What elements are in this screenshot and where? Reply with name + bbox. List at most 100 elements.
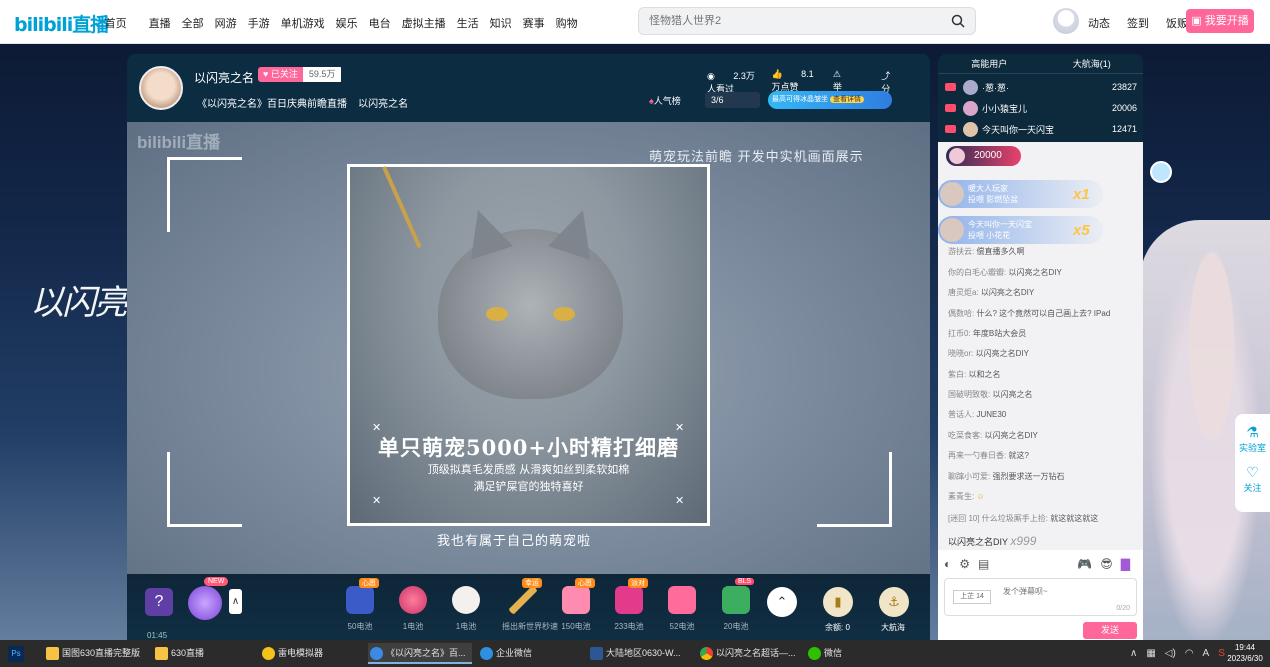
nav-home[interactable]: ⌂ 首页	[96, 15, 138, 31]
gift-item[interactable]: 幸运 摇出新世界秒速	[502, 578, 558, 632]
start-live-button[interactable]: ▣ 我要开播	[1186, 9, 1254, 33]
collapse-gifts-button[interactable]: ⌃	[767, 587, 797, 617]
taskbar-item[interactable]: 《以闪亮之名》百...	[368, 643, 472, 664]
magic-circle-icon[interactable]	[188, 586, 222, 620]
nav-link[interactable]: 虚拟主播	[402, 15, 446, 31]
chat-message[interactable]: 国破明致敬: 以闪亮之名	[948, 389, 1032, 400]
anchor-name[interactable]: 以闪亮之名	[194, 69, 254, 86]
moon-box-icon	[346, 586, 374, 614]
gold-chip[interactable]: 20000	[946, 146, 1021, 166]
taskbar-item[interactable]: 微信	[806, 643, 886, 664]
network-icon[interactable]: ▦	[1146, 648, 1155, 659]
nav-link[interactable]: 单机游戏	[281, 15, 325, 31]
gift-item[interactable]: 派对 233电池	[608, 578, 650, 632]
chat-message[interactable]: 你的白毛心瓣瓣: 以闪亮之名DIY	[948, 267, 1062, 278]
fleet-icon[interactable]: ⚓	[879, 587, 909, 617]
follow-button[interactable]: ♥ 已关注 59.5万	[258, 67, 343, 82]
rank-progress[interactable]: 3/6	[705, 92, 760, 108]
danmaku-input[interactable]	[1003, 587, 1123, 596]
event-banner[interactable]: 最高可得冰晶皱坐 查看详情	[768, 91, 892, 109]
room-tag[interactable]: 以闪亮之名	[358, 99, 408, 110]
user-avatar[interactable]	[1053, 8, 1079, 34]
text-format-icon[interactable]: ▤	[978, 557, 989, 571]
wallet-icon[interactable]: ▮	[823, 587, 853, 617]
fanfan-link[interactable]: 饭贩	[1166, 15, 1188, 31]
rank-panel: 高能用户 大航海(1) ·葱·葱· 23827 小小猿宝儿 20006 今天叫你一天…	[938, 54, 1143, 142]
wifi-icon[interactable]: ◠	[1185, 648, 1194, 659]
fan-medal[interactable]: 上芷 14	[953, 590, 991, 604]
nav-link[interactable]: 娱乐	[336, 15, 358, 31]
chat-message[interactable]: 素青生: ☺	[948, 491, 985, 502]
taskbar-item[interactable]: 以闪亮之名超话—...	[698, 643, 798, 664]
gift-item[interactable]: BLS 20电池	[715, 578, 757, 632]
nav-link[interactable]: 手游	[248, 15, 270, 31]
nav-link[interactable]: 赛事	[523, 15, 545, 31]
chat-bubble-icon[interactable]: ▇	[1121, 557, 1130, 571]
lab-button[interactable]: ⚗ 实验室	[1235, 424, 1270, 454]
chat-message[interactable]: 唐灵炬a: 以闪亮之名DIY	[948, 287, 1034, 298]
promo-subtitle: 满足铲屎官的独特喜好	[473, 480, 584, 493]
search-icon[interactable]	[951, 14, 965, 28]
warning-icon: ⚠	[832, 69, 841, 79]
input-method-icon[interactable]: A	[1203, 648, 1210, 659]
balance-label: 余额: 0	[825, 623, 850, 632]
tab-high-energy[interactable]: 高能用户	[938, 54, 1041, 73]
floating-emoji-icon[interactable]	[1150, 161, 1172, 183]
rank-row[interactable]: 小小猿宝儿 20006	[945, 99, 1140, 117]
gift-item[interactable]: 1电池	[392, 586, 434, 632]
nav-link[interactable]: 直播	[149, 15, 171, 31]
volume-icon[interactable]: ◁)	[1165, 648, 1176, 659]
flask-icon: ⚗	[1246, 424, 1259, 440]
chevron-up-icon[interactable]: ∧	[229, 589, 242, 614]
chevron-up-icon[interactable]: ∧	[1130, 648, 1137, 659]
taskbar-item[interactable]: 630直播	[153, 643, 253, 664]
nav-link[interactable]: 电台	[369, 15, 391, 31]
gift-item[interactable]: 52电池	[661, 586, 703, 632]
send-button[interactable]: 发送	[1083, 622, 1137, 639]
gift-item[interactable]: 心愿 150电池	[555, 578, 597, 632]
chat-message[interactable]: [迷回 10] 什么垃圾厮手上捡: 就这就这就这	[948, 513, 1098, 524]
taskbar-photoshop[interactable]: Ps	[8, 643, 24, 664]
chat-message[interactable]: 扛币0: 年度B站大会员	[948, 328, 1026, 339]
video-frame[interactable]: bilibili直播 萌宠玩法前瞻 开发中实机画面展示 ✕ ✕ ✕ ✕ 单只萌宠…	[127, 122, 930, 574]
palette-icon[interactable]: ◐	[944, 557, 951, 571]
search-input[interactable]	[649, 13, 939, 29]
chat-message[interactable]: 晓晓or: 以闪亮之名DIY	[948, 348, 1029, 359]
chat-message[interactable]: 聊蹿小可爱: 强烈要求送一万钻石	[948, 471, 1064, 482]
taskbar-item[interactable]: 雷电模拟器	[260, 643, 360, 664]
nav-link[interactable]: 生活	[457, 15, 479, 31]
emoji-icon[interactable]: 😎	[1100, 557, 1113, 571]
banner-detail-button[interactable]: 查看详情	[829, 96, 864, 103]
chat-message[interactable]: 紫白: 以和之名	[948, 369, 1000, 380]
chat-message[interactable]: 吃菜食客: 以闪亮之名DIY	[948, 430, 1038, 441]
tab-fleet[interactable]: 大航海(1)	[1041, 54, 1144, 73]
mystery-box-icon[interactable]: ?	[145, 588, 173, 616]
checkin-link[interactable]: 签到	[1127, 15, 1149, 31]
nav-link[interactable]: 全部	[182, 15, 204, 31]
chat-message[interactable]: 再来一勺春日香: 就这?	[948, 450, 1029, 461]
follow-side-button[interactable]: ♡ 关注	[1235, 464, 1270, 494]
bilibili-live-logo[interactable]: bilibili直播	[14, 10, 109, 37]
taskbar-item[interactable]: 国图630直播完整版	[44, 643, 149, 664]
anchor-avatar[interactable]	[139, 66, 183, 110]
cat-eye	[486, 307, 508, 321]
chat-message[interactable]: 偶数哈: 什么? 这个竟然可以自己画上去? IPad	[948, 308, 1110, 319]
wecom-icon	[480, 647, 493, 660]
taskbar-item[interactable]: 大陆地区0630-W...	[588, 643, 692, 664]
chat-message[interactable]: 普话人: JUNE30	[948, 409, 1006, 420]
gamepad-icon[interactable]: 🎮	[1077, 557, 1092, 571]
settings-icon[interactable]: ⚙	[959, 557, 970, 571]
chat-message[interactable]: 游扶云: 偿直播多久啊	[948, 246, 1024, 257]
gift-item[interactable]: 心愿 50电池	[339, 578, 381, 632]
nav-link[interactable]: 知识	[490, 15, 512, 31]
dynamics-link[interactable]: 动态	[1088, 15, 1110, 31]
clock[interactable]: 19:44 2023/6/30	[1222, 642, 1268, 664]
popularity-rank[interactable]: ♠人气榜	[649, 94, 681, 107]
taskbar-item[interactable]: 企业微信	[478, 643, 582, 664]
rank-row[interactable]: ·葱·葱· 23827	[945, 78, 1140, 96]
rank-row[interactable]: 今天叫你一天闪宝 12471	[945, 120, 1140, 138]
promo-headline: 单只萌宠5000+小时精打细磨	[377, 435, 680, 460]
nav-link[interactable]: 网游	[215, 15, 237, 31]
gift-item[interactable]: 1电池	[445, 586, 487, 632]
nav-link[interactable]: 购物	[556, 15, 578, 31]
